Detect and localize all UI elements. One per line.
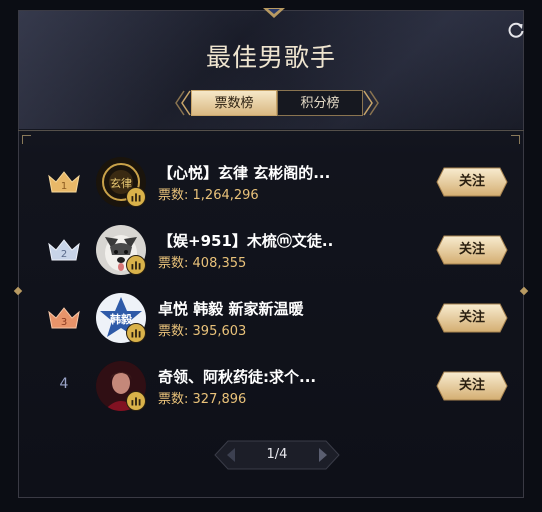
stats-badge-icon (126, 187, 146, 207)
svg-text:1: 1 (61, 181, 67, 192)
singer-name[interactable]: 【心悦】玄律 玄彬阁的... (158, 162, 330, 183)
ranking-row: 2 【娱+951】木梳ⓜ文徒.. 票数: 408,355 关注 (0, 222, 542, 282)
follow-button-label: 关注 (458, 174, 485, 189)
tab-points[interactable]: 积分榜 (277, 90, 363, 116)
singer-name[interactable]: 【娱+951】木梳ⓜ文徒.. (158, 230, 333, 251)
top-ornament-gem-icon (268, 9, 280, 14)
follow-button-label: 关注 (458, 242, 485, 257)
stats-badge-icon (126, 255, 146, 275)
follow-button[interactable]: 关注 (436, 235, 508, 265)
pagination: 1/4 (214, 440, 340, 470)
ranking-row: 3 韩毅 卓悦 韩毅 新家新温暖 票数: 395,603 关注 (0, 290, 542, 350)
silver-crown-icon: 2 (48, 239, 80, 261)
follow-button-label: 关注 (458, 310, 485, 325)
follow-button-label: 关注 (458, 378, 485, 393)
vote-count: 票数: 395,603 (158, 324, 247, 339)
singer-name[interactable]: 奇领、阿秋药徒:求个... (158, 366, 316, 387)
singer-name[interactable]: 卓悦 韩毅 新家新温暖 (158, 298, 303, 319)
next-page-icon[interactable] (310, 443, 334, 467)
vote-count: 票数: 327,896 (158, 392, 247, 407)
vote-count: 票数: 408,355 (158, 256, 247, 271)
tab-right-arrow-icon (363, 90, 379, 116)
ranking-row: 1 玄律 【心悦】玄律 玄彬阁的... 票数: 1,264,296 关注 (0, 154, 542, 214)
bronze-crown-icon: 3 (48, 307, 80, 329)
follow-button[interactable]: 关注 (436, 371, 508, 401)
follow-button[interactable]: 关注 (436, 167, 508, 197)
stats-badge-icon (126, 391, 146, 411)
vote-count: 票数: 1,264,296 (158, 188, 259, 203)
gold-crown-icon: 1 (48, 171, 80, 193)
stats-badge-icon (126, 323, 146, 343)
svg-text:3: 3 (61, 317, 67, 328)
follow-button[interactable]: 关注 (436, 303, 508, 333)
refresh-icon[interactable] (506, 20, 526, 40)
page-title: 最佳男歌手 (205, 43, 336, 72)
svg-text:玄律: 玄律 (110, 176, 132, 190)
ranking-row: 4 奇领、阿秋药徒:求个... 票数: 327,896 关注 (0, 358, 542, 418)
tab-left-arrow-icon (175, 90, 191, 116)
ranking-tabs: 票数榜 积分榜 (173, 88, 381, 118)
svg-text:2: 2 (61, 249, 67, 260)
rank-number: 4 (59, 376, 69, 392)
tab-votes[interactable]: 票数榜 (191, 90, 277, 116)
